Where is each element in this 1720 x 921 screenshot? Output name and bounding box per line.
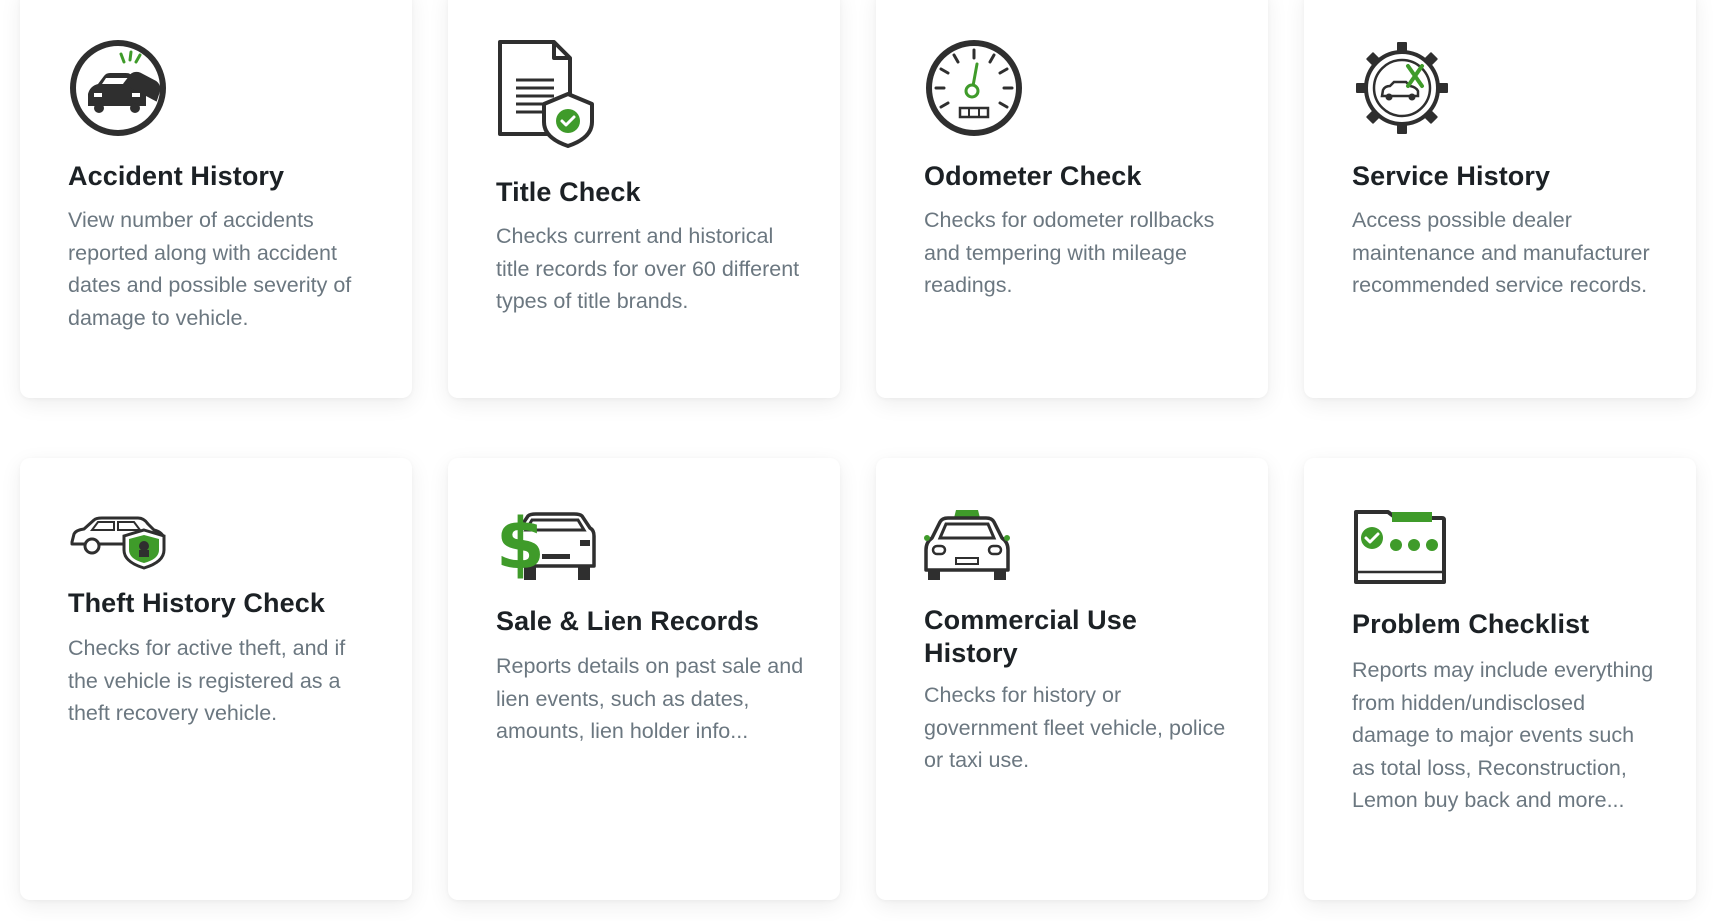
car-accident-icon	[68, 38, 168, 138]
card-description: Checks for odometer rollbacks and temper…	[924, 208, 1215, 297]
card-title: Title Check	[496, 177, 641, 207]
feature-card-problem-checklist: Problem Checklist Reports may include ev…	[1304, 458, 1696, 900]
card-title: Problem Checklist	[1352, 609, 1590, 639]
taxi-icon	[924, 508, 1010, 584]
gear-car-service-icon	[1352, 38, 1452, 138]
title-document-shield-icon	[496, 38, 596, 150]
feature-card-commercial-use: Commercial Use History Checks for histor…	[876, 458, 1268, 900]
card-title: Commercial Use History	[924, 605, 1137, 668]
card-title: Odometer Check	[924, 161, 1142, 191]
card-description: Checks for active theft, and if the vehi…	[68, 636, 346, 725]
card-description: Access possible dealer maintenance and m…	[1352, 208, 1650, 297]
card-description: Reports details on past sale and lien ev…	[496, 654, 804, 743]
card-description: Checks current and historical title reco…	[496, 224, 800, 313]
card-title: Service History	[1352, 161, 1551, 191]
card-description: Checks for history or government fleet v…	[924, 683, 1226, 772]
feature-card-theft-history: Theft History Check Checks for active th…	[20, 458, 412, 900]
feature-card-service-history: Service History Access possible dealer m…	[1304, 0, 1696, 398]
card-description: Reports may include everything from hidd…	[1352, 658, 1654, 812]
svg-text:$: $	[496, 508, 545, 584]
odometer-gauge-icon	[924, 38, 1024, 138]
folder-checklist-icon	[1352, 508, 1448, 588]
card-description: View number of accidents reported along …	[68, 208, 352, 330]
feature-card-odometer-check: Odometer Check Checks for odometer rollb…	[876, 0, 1268, 398]
card-title: Accident History	[68, 161, 285, 191]
car-theft-shield-icon	[68, 508, 168, 570]
feature-card-accident-history: Accident History View number of accident…	[20, 0, 412, 398]
card-title: Sale & Lien Records	[496, 606, 759, 636]
feature-card-sale-lien-records: $ Sale & Lien Records Reports details on…	[448, 458, 840, 900]
dollar-car-icon: $	[496, 508, 596, 584]
card-title: Theft History Check	[68, 588, 325, 618]
feature-card-title-check: Title Check Checks current and historica…	[448, 0, 840, 398]
